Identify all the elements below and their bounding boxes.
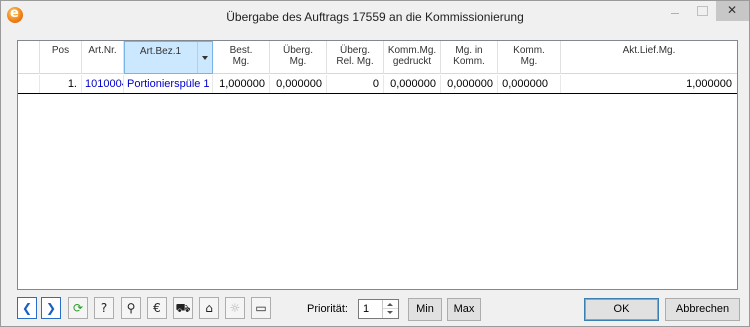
column-header-label: Überg. Rel. Mg. (336, 45, 374, 67)
help-query-icon: ? (100, 301, 108, 315)
column-header-label: Best. Mg. (229, 45, 253, 67)
cancel-button[interactable]: Abbrechen (665, 298, 740, 321)
cell-komm-gedruckt[interactable]: 0,000000 (384, 75, 441, 93)
column-header-art-bez[interactable]: Art.Bez.1 (124, 41, 213, 74)
column-header-uebg-mg[interactable]: Überg. Mg. (270, 41, 327, 74)
row-selector-header (18, 41, 40, 74)
max-button[interactable]: Max (447, 298, 481, 321)
table-header: Pos Art.Nr. Art.Bez.1 Best. Mg. Überg. M… (18, 41, 737, 74)
forklift-button[interactable]: ⛟ (173, 297, 193, 319)
priority-stepper[interactable]: 1 (358, 299, 399, 319)
search-people-button[interactable]: ⚲ (121, 297, 141, 319)
column-header-label: Mg. in Komm. (453, 45, 485, 67)
column-header-label: Überg. Mg. (282, 45, 313, 67)
cell-art-nr[interactable]: 1010004 (82, 75, 124, 93)
cell-art-bez[interactable]: Portionierspüle 1 (124, 75, 213, 93)
column-header-art-nr[interactable]: Art.Nr. (82, 41, 124, 74)
refresh-icon: ⟳ (72, 301, 84, 315)
cell-komm-mg[interactable]: 0,000000 (498, 75, 561, 93)
refresh-button[interactable]: ⟳ (68, 297, 88, 319)
spin-down-icon[interactable] (383, 309, 398, 318)
warehouse-icon: ⌂ (205, 301, 213, 315)
column-header-komm-gedruckt[interactable]: Komm.Mg. gedruckt (384, 41, 441, 74)
forklift-icon: ⛟ (175, 301, 191, 315)
next-icon: ❯ (45, 301, 57, 315)
blank-button[interactable]: ▭ (251, 297, 271, 319)
row-selector[interactable] (18, 75, 40, 93)
close-button[interactable] (716, 1, 749, 21)
title-bar[interactable]: Übergabe des Auftrags 17559 an die Kommi… (1, 1, 749, 31)
column-header-label: Art.Bez.1 (139, 46, 182, 57)
column-header-uebg-rel-mg[interactable]: Überg. Rel. Mg. (327, 41, 384, 74)
cell-akt-lief-mg[interactable]: 1,000000 (561, 75, 737, 93)
cell-best-mg[interactable]: 1,000000 (213, 75, 270, 93)
disabled-tool-icon: ☼ (229, 301, 241, 315)
dialog-window: Übergabe des Auftrags 17559 an die Kommi… (0, 0, 750, 327)
positions-table[interactable]: Pos Art.Nr. Art.Bez.1 Best. Mg. Überg. M… (17, 40, 738, 290)
ok-button[interactable]: OK (584, 298, 659, 321)
spin-up-icon[interactable] (383, 300, 398, 309)
blank-icon: ▭ (255, 301, 267, 315)
column-header-pos[interactable]: Pos (40, 41, 82, 74)
cell-uebg-mg[interactable]: 0,000000 (270, 75, 327, 93)
column-header-akt-lief-mg[interactable]: Akt.Lief.Mg. (561, 41, 737, 74)
column-header-label: Akt.Lief.Mg. (622, 45, 676, 56)
search-people-icon: ⚲ (126, 301, 136, 315)
help-query-button[interactable]: ? (94, 297, 114, 319)
next-button[interactable]: ❯ (41, 297, 61, 319)
priority-label: Priorität: (307, 303, 348, 315)
warehouse-button[interactable]: ⌂ (199, 297, 219, 319)
window-title: Übergabe des Auftrags 17559 an die Kommi… (226, 10, 524, 24)
priority-value[interactable]: 1 (363, 303, 369, 315)
prev-icon: ❮ (21, 301, 33, 315)
cell-pos[interactable]: 1. (40, 75, 82, 93)
euro-document-icon: € (153, 301, 161, 315)
table-row[interactable]: 1. 1010004 Portionierspüle 1 1,000000 0,… (18, 75, 737, 94)
column-header-label: Komm.Mg. gedruckt (387, 45, 437, 67)
column-header-label: Pos (51, 45, 70, 56)
column-header-mg-in-komm[interactable]: Mg. in Komm. (441, 41, 498, 74)
disabled-tool-button[interactable]: ☼ (225, 297, 245, 319)
priority-spin-buttons (382, 300, 398, 318)
column-header-komm-mg[interactable]: Komm. Mg. (498, 41, 561, 74)
minimize-button[interactable] (662, 1, 688, 21)
cell-uebg-rel-mg[interactable]: 0 (327, 75, 384, 93)
min-button[interactable]: Min (408, 298, 442, 321)
cell-mg-in-komm[interactable]: 0,000000 (441, 75, 498, 93)
prev-button[interactable]: ❮ (17, 297, 37, 319)
euro-document-button[interactable]: € (147, 297, 167, 319)
column-header-label: Art.Nr. (88, 45, 117, 56)
column-header-label: Komm. Mg. (513, 45, 545, 67)
column-filter-dropdown-icon[interactable] (197, 42, 212, 73)
column-header-best-mg[interactable]: Best. Mg. (213, 41, 270, 74)
maximize-button[interactable] (689, 1, 715, 21)
